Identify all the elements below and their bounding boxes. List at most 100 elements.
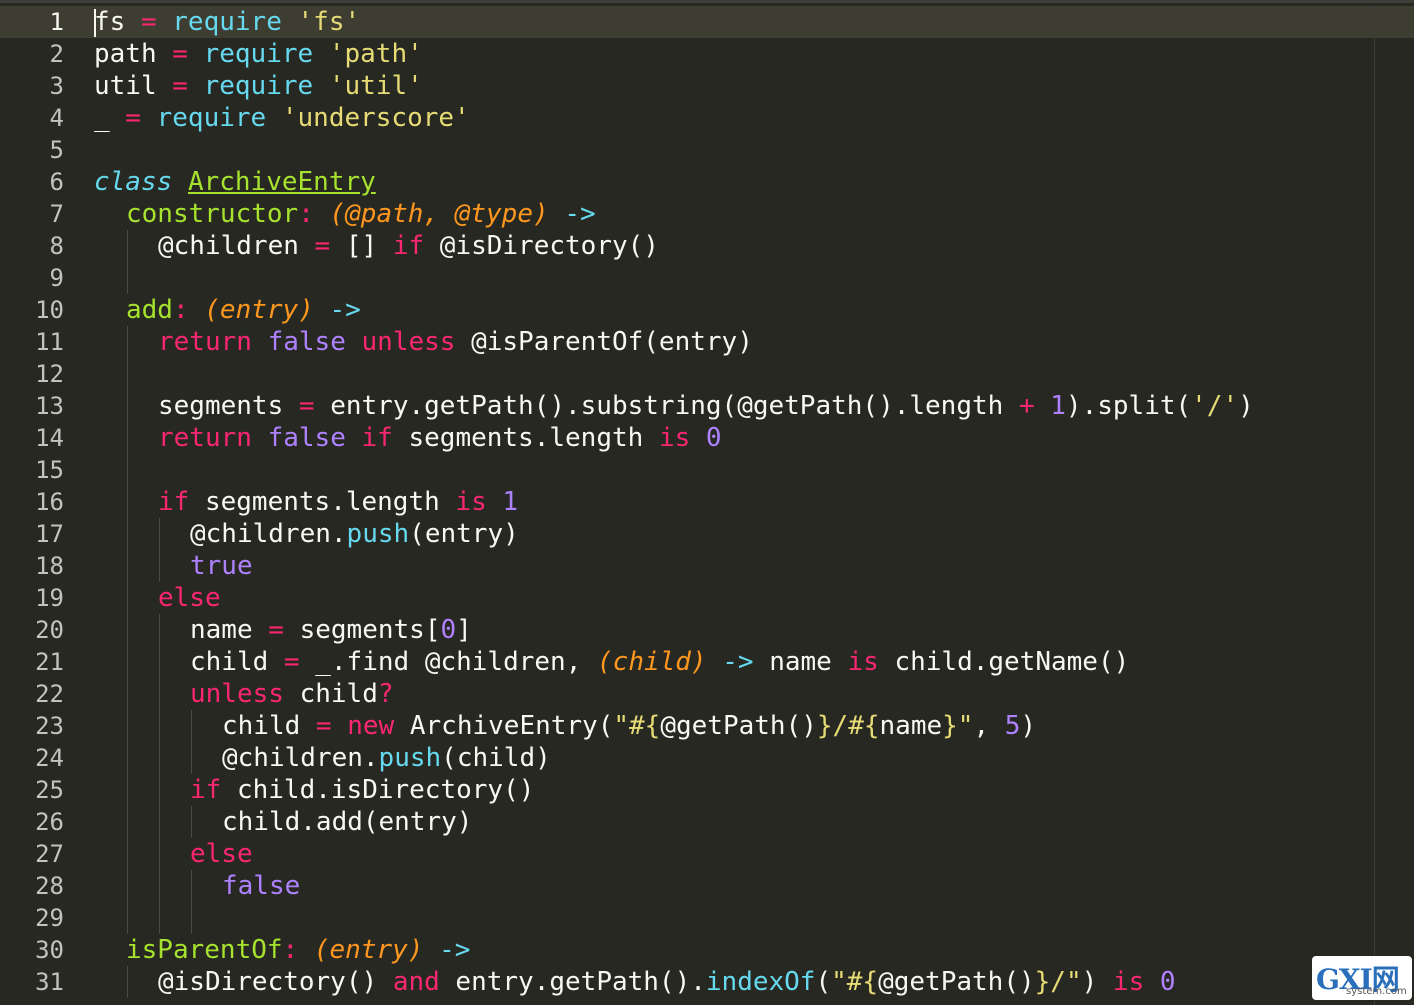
line-number: 25	[35, 776, 64, 804]
code-token: require	[156, 103, 267, 133]
code-token: ,	[973, 711, 1005, 741]
code-line[interactable]: class ArchiveEntry	[94, 166, 376, 198]
code-token: @isDirectory()	[158, 967, 393, 997]
line-number: 14	[35, 424, 64, 452]
code-token: segments	[158, 391, 284, 421]
code-token: "#{	[613, 711, 661, 741]
line-number: 29	[35, 904, 64, 932]
code-token: =	[300, 711, 348, 741]
code-line[interactable]: fs = require 'fs'	[94, 6, 360, 38]
code-token: push	[378, 743, 442, 773]
line-number: 24	[35, 744, 64, 772]
code-token: (	[815, 967, 832, 997]
code-line[interactable]: child = new ArchiveEntry("#{@getPath()}/…	[222, 710, 1036, 742]
line-number: 22	[35, 680, 64, 708]
code-line[interactable]: @children.push(entry)	[190, 518, 519, 550]
code-line[interactable]: if segments.length is 1	[158, 486, 518, 518]
code-token: isParentOf	[126, 935, 283, 965]
line-number: 2	[49, 40, 64, 68]
code-token: child.getName()	[878, 647, 1130, 677]
code-token: }/"	[1034, 967, 1082, 997]
line-number: 4	[49, 104, 64, 132]
code-line[interactable]: else	[190, 838, 253, 870]
code-token: '/'	[1191, 391, 1239, 421]
code-token: ArchiveEntry(	[394, 711, 614, 741]
code-token: =	[268, 647, 316, 677]
line-number: 13	[35, 392, 64, 420]
code-line[interactable]: return false unless @isParentOf(entry)	[158, 326, 753, 358]
code-token: )	[1081, 967, 1113, 997]
code-token: )	[1238, 391, 1254, 421]
column-ruler	[1374, 6, 1375, 1005]
line-number: 26	[35, 808, 64, 836]
code-line[interactable]: name = segments[0]	[190, 614, 472, 646]
code-line[interactable]: child = _.find @children, (child) -> nam…	[190, 646, 1129, 678]
code-token: ->	[722, 647, 754, 677]
code-token: +	[1018, 391, 1035, 421]
code-line[interactable]: true	[190, 550, 253, 582]
line-number: 6	[49, 168, 64, 196]
code-line[interactable]: unless child?	[190, 678, 394, 710]
code-token: @children.	[222, 743, 379, 773]
code-token: 'util'	[328, 71, 423, 101]
line-number: 11	[35, 328, 64, 356]
code-line[interactable]: path = require 'path'	[94, 38, 423, 70]
code-token: child	[222, 711, 301, 741]
code-line[interactable]: add: (entry) ->	[126, 294, 361, 326]
line-number: 16	[35, 488, 64, 516]
code-line[interactable]: _ = require 'underscore'	[94, 102, 470, 134]
code-token: =	[298, 231, 346, 261]
indent-guide	[127, 230, 128, 294]
code-token: child.add(entry)	[222, 807, 473, 837]
code-token: @getPath()	[878, 967, 1035, 997]
code-token: _	[94, 103, 110, 133]
code-token: add	[126, 295, 173, 325]
code-token: name	[879, 711, 943, 741]
code-line[interactable]: child.add(entry)	[222, 806, 472, 838]
code-token: if	[392, 231, 425, 261]
code-line[interactable]: false	[222, 870, 300, 902]
text-caret	[94, 9, 96, 37]
code-token: require	[203, 39, 314, 69]
line-number: 15	[35, 456, 64, 484]
code-line[interactable]: isParentOf: (entry) ->	[126, 934, 470, 966]
line-number: 31	[35, 968, 64, 996]
code-line[interactable]: util = require 'util'	[94, 70, 423, 102]
code-line[interactable]: return false if segments.length is 0	[158, 422, 722, 454]
code-token: push	[346, 519, 410, 549]
code-token: false	[222, 871, 301, 901]
code-token: "#{	[831, 967, 879, 997]
line-number: 18	[35, 552, 64, 580]
code-line[interactable]: if child.isDirectory()	[190, 774, 534, 806]
code-token: entry.getPath().	[439, 967, 706, 997]
code-token: @getPath()	[660, 711, 817, 741]
line-number: 28	[35, 872, 64, 900]
code-line[interactable]: constructor: (@path, @type) ->	[126, 198, 596, 230]
code-token: 0	[440, 615, 457, 645]
code-token: new	[347, 711, 395, 741]
code-token: false	[267, 327, 346, 357]
code-line[interactable]: @isDirectory() and entry.getPath().index…	[158, 966, 1176, 998]
line-number: 5	[49, 136, 64, 164]
code-token: indexOf	[705, 967, 816, 997]
code-token: )	[1020, 711, 1037, 741]
line-number: 27	[35, 840, 64, 868]
code-line[interactable]: else	[158, 582, 221, 614]
code-token: @children.	[190, 519, 347, 549]
code-line[interactable]: segments = entry.getPath().substring(@ge…	[158, 390, 1254, 422]
code-editor[interactable]: 1 2 3 4 5 6 7 8 9 10 11 12 13 14 15 16 17 18 19 20 21 22 23 24 2…	[0, 0, 1414, 1005]
code-token: unless	[361, 327, 456, 357]
code-area[interactable]: fs = require 'fs' path = require 'path' ut…	[94, 6, 1414, 1002]
code-line[interactable]: @children = [] if @isDirectory()	[158, 230, 659, 262]
code-token: return	[158, 327, 252, 357]
code-token: 1	[502, 487, 519, 517]
code-line[interactable]: @children.push(child)	[222, 742, 551, 774]
code-token: @isParentOf(entry)	[455, 327, 753, 357]
line-number: 20	[35, 616, 64, 644]
